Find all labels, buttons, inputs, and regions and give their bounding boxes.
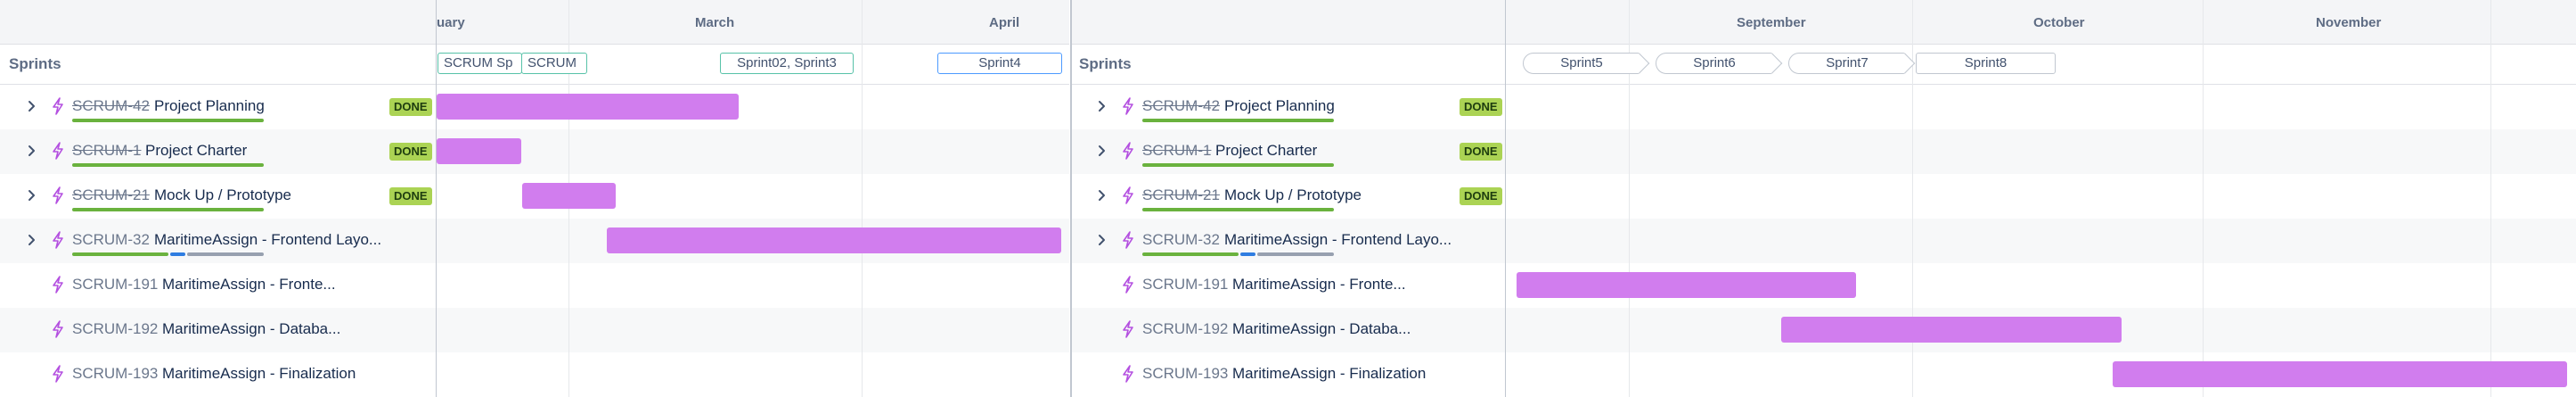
month-label: March bbox=[695, 15, 735, 30]
month-label: November bbox=[2316, 15, 2382, 30]
issue-key[interactable]: SCRUM-191 bbox=[1142, 276, 1228, 294]
sprint-chip[interactable]: Sprint02, Sprint3 bbox=[720, 53, 854, 74]
lightning-bolt-icon bbox=[51, 276, 65, 294]
issue-title[interactable]: Project Charter bbox=[145, 142, 247, 160]
timeline-bar[interactable] bbox=[607, 227, 1061, 253]
chevron-right-icon[interactable] bbox=[27, 143, 39, 159]
issue-key[interactable]: SCRUM-192 bbox=[72, 320, 158, 338]
sprint-chip[interactable]: Sprint6 bbox=[1656, 53, 1773, 74]
issue-title[interactable]: MaritimeAssign - Fronte... bbox=[162, 276, 336, 294]
issue-key[interactable]: SCRUM-21 bbox=[72, 186, 150, 204]
issue-key[interactable]: SCRUM-1 bbox=[72, 142, 141, 160]
month-gridline bbox=[2490, 0, 2491, 397]
sprint-chip[interactable]: SCRUM Sp bbox=[438, 53, 522, 74]
chevron-right-icon[interactable] bbox=[27, 232, 39, 248]
month-label: uary bbox=[437, 15, 465, 30]
timeline-bar[interactable] bbox=[1517, 272, 1856, 298]
lightning-bolt-icon bbox=[51, 231, 65, 249]
month-label: September bbox=[1737, 15, 1806, 30]
month-gridline bbox=[2203, 0, 2204, 397]
progress-done bbox=[72, 163, 264, 167]
issue-key[interactable]: SCRUM-42 bbox=[72, 97, 150, 115]
chevron-right-icon[interactable] bbox=[27, 187, 39, 203]
issue-title[interactable]: MaritimeAssign - Finalization bbox=[1232, 365, 1426, 383]
lightning-bolt-icon bbox=[51, 186, 65, 204]
issue-title[interactable]: Project Planning bbox=[154, 97, 265, 115]
right-list-divider bbox=[1505, 0, 1506, 397]
sprint-chip[interactable]: Sprint5 bbox=[1523, 53, 1640, 74]
timeline-bar[interactable] bbox=[1781, 317, 2122, 343]
lightning-bolt-icon bbox=[1121, 320, 1135, 338]
issue-title[interactable]: Project Planning bbox=[1224, 97, 1335, 115]
progress-in-progress bbox=[1240, 252, 1255, 256]
issue-title[interactable]: MaritimeAssign - Databa... bbox=[1232, 320, 1411, 338]
issue-title[interactable]: Mock Up / Prototype bbox=[1224, 186, 1362, 204]
chevron-right-icon[interactable] bbox=[1097, 143, 1109, 159]
lightning-bolt-icon bbox=[1121, 276, 1135, 294]
progress-done bbox=[72, 252, 168, 256]
issue-title[interactable]: MaritimeAssign - Frontend Layo... bbox=[1224, 231, 1452, 249]
status-badge: DONE bbox=[1460, 98, 1502, 116]
issue-key[interactable]: SCRUM-191 bbox=[72, 276, 158, 294]
progress-done bbox=[72, 119, 264, 122]
left-timeline-header bbox=[0, 0, 1069, 45]
sprint-chip[interactable]: SCRUM bbox=[521, 53, 587, 74]
issue-key[interactable]: SCRUM-42 bbox=[1142, 97, 1220, 115]
issue-title[interactable]: Mock Up / Prototype bbox=[154, 186, 291, 204]
sprint-chip[interactable]: Sprint7 bbox=[1788, 53, 1906, 74]
progress-in-progress bbox=[170, 252, 185, 256]
timeline-bar[interactable] bbox=[437, 94, 739, 120]
status-badge: DONE bbox=[1460, 187, 1502, 205]
month-gridline bbox=[862, 0, 863, 397]
issue-title[interactable]: Project Charter bbox=[1215, 142, 1317, 160]
chevron-right-icon[interactable] bbox=[27, 98, 39, 114]
lightning-bolt-icon bbox=[51, 142, 65, 160]
chevron-right-icon[interactable] bbox=[1097, 98, 1109, 114]
progress-done bbox=[1142, 208, 1334, 211]
chevron-right-icon[interactable] bbox=[1097, 187, 1109, 203]
panel-divider[interactable] bbox=[1070, 0, 1072, 397]
progress-done bbox=[72, 208, 264, 211]
timeline-bar[interactable] bbox=[437, 138, 521, 164]
issue-key[interactable]: SCRUM-193 bbox=[1142, 365, 1228, 383]
row-bg bbox=[0, 308, 1069, 352]
issue-title[interactable]: MaritimeAssign - Finalization bbox=[162, 365, 356, 383]
lightning-bolt-icon bbox=[51, 320, 65, 338]
month-label: October bbox=[2033, 15, 2085, 30]
timeline-bar[interactable] bbox=[2113, 361, 2567, 387]
lightning-bolt-icon bbox=[51, 97, 65, 115]
issue-key[interactable]: SCRUM-32 bbox=[72, 231, 150, 249]
left-list-divider bbox=[436, 0, 437, 397]
sprints-label: Sprints bbox=[9, 55, 61, 72]
issue-key[interactable]: SCRUM-192 bbox=[1142, 320, 1228, 338]
progress-done bbox=[1142, 163, 1334, 167]
lightning-bolt-icon bbox=[1121, 97, 1135, 115]
status-badge: DONE bbox=[1460, 143, 1502, 161]
status-badge: DONE bbox=[389, 187, 432, 205]
progress-todo bbox=[1257, 252, 1334, 256]
progress-todo bbox=[187, 252, 264, 256]
sprint-chip[interactable]: Sprint4 bbox=[937, 53, 1062, 74]
lightning-bolt-icon bbox=[1121, 186, 1135, 204]
status-badge: DONE bbox=[389, 143, 432, 161]
issue-key[interactable]: SCRUM-32 bbox=[1142, 231, 1220, 249]
lightning-bolt-icon bbox=[1121, 231, 1135, 249]
lightning-bolt-icon bbox=[1121, 142, 1135, 160]
progress-done bbox=[1142, 252, 1239, 256]
issue-title[interactable]: MaritimeAssign - Fronte... bbox=[1232, 276, 1406, 294]
lightning-bolt-icon bbox=[1121, 365, 1135, 383]
issue-key[interactable]: SCRUM-193 bbox=[72, 365, 158, 383]
issue-title[interactable]: MaritimeAssign - Frontend Layo... bbox=[154, 231, 381, 249]
timeline-bar[interactable] bbox=[522, 183, 616, 209]
chevron-right-icon[interactable] bbox=[1097, 232, 1109, 248]
status-badge: DONE bbox=[389, 98, 432, 116]
issue-title[interactable]: MaritimeAssign - Databa... bbox=[162, 320, 340, 338]
lightning-bolt-icon bbox=[51, 365, 65, 383]
issue-key[interactable]: SCRUM-1 bbox=[1142, 142, 1211, 160]
sprints-label: Sprints bbox=[1079, 55, 1132, 72]
progress-done bbox=[1142, 119, 1334, 122]
issue-key[interactable]: SCRUM-21 bbox=[1142, 186, 1220, 204]
sprint-chip[interactable]: Sprint8 bbox=[1916, 53, 2056, 74]
month-label: April bbox=[989, 15, 1020, 30]
